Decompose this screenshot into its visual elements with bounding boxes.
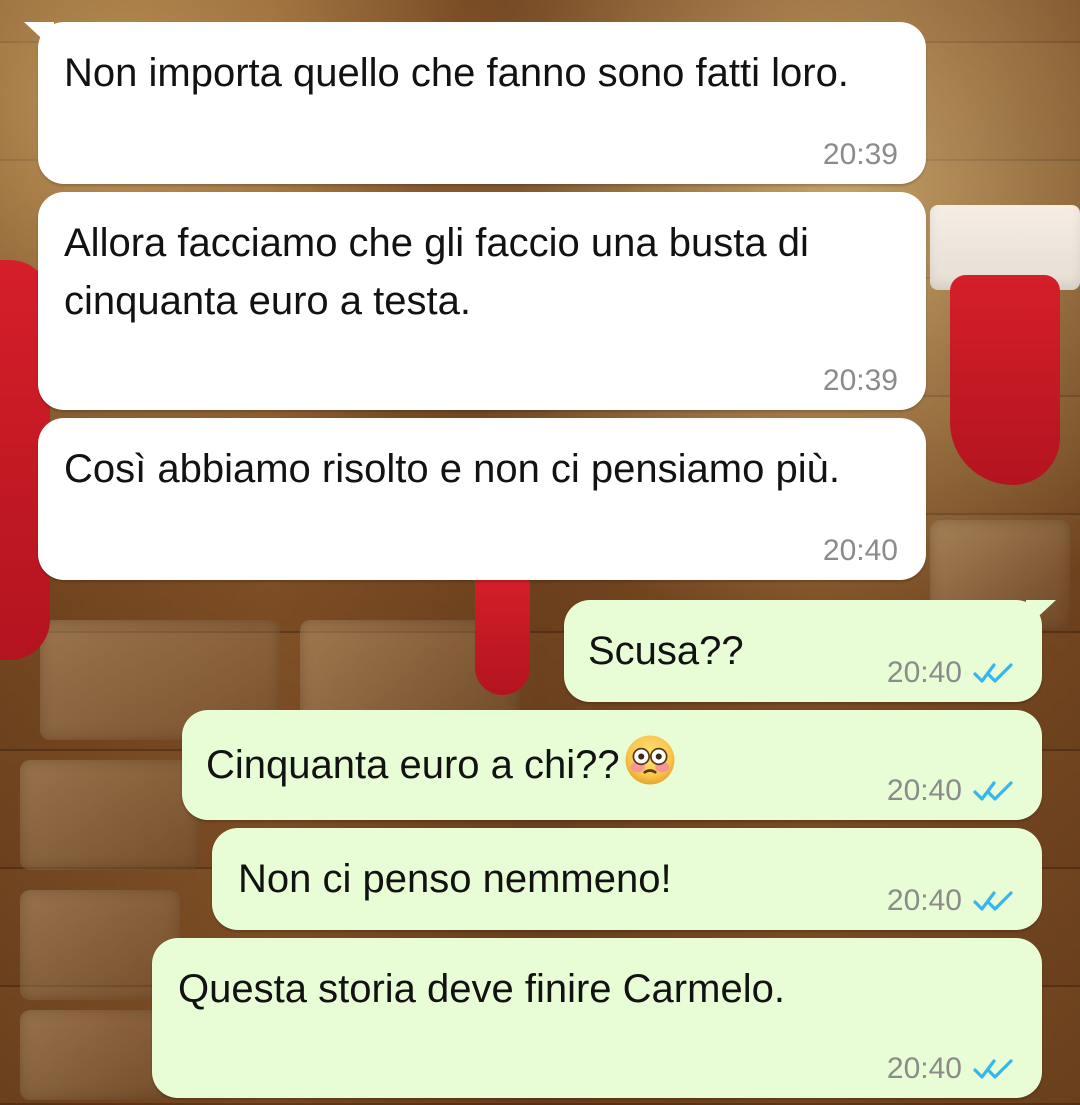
message-tail [24,22,54,50]
message-text: Allora facciamo che gli faccio una busta… [64,221,809,323]
message-meta: 20:40 [887,772,1014,810]
outgoing-message-bubble[interactable]: Cinquanta euro a chi?? 20:40 [182,710,1042,820]
read-double-check-icon [973,891,1013,911]
message-meta: 20:40 [887,882,1014,920]
outgoing-message-bubble[interactable]: Scusa?? 20:40 [564,600,1056,702]
outgoing-message-bubble[interactable]: Non ci penso nemmeno! 20:40 [212,828,1042,930]
flushed-face-emoji-icon [625,735,675,785]
message-meta: 20:39 [823,136,898,174]
read-double-check-icon [973,781,1013,801]
message-text-content: Cinquanta euro a chi?? [206,743,620,787]
message-text: Questa storia deve finire Carmelo. [178,967,785,1011]
outgoing-message-bubble[interactable]: Questa storia deve finire Carmelo. 20:40 [152,938,1042,1098]
message-meta: 20:39 [823,362,898,400]
message-time: 20:39 [822,364,898,397]
read-double-check-icon [973,1059,1013,1079]
incoming-message-bubble[interactable]: Non importa quello che fanno sono fatti … [24,22,926,184]
message-time: 20:40 [886,1052,962,1085]
incoming-message-bubble[interactable]: Allora facciamo che gli faccio una busta… [38,192,926,410]
chat-thread: Non importa quello che fanno sono fatti … [0,0,1080,1105]
message-meta: 20:40 [887,1050,1014,1088]
message-meta: 20:40 [887,654,1014,692]
read-double-check-icon [973,663,1013,683]
message-time: 20:40 [886,884,962,917]
message-text: Così abbiamo risolto e non ci pensiamo p… [64,447,840,491]
message-time: 20:40 [886,774,962,807]
message-text: Non importa quello che fanno sono fatti … [64,51,849,95]
message-meta: 20:40 [823,532,898,570]
message-time: 20:40 [886,656,962,689]
message-time: 20:39 [822,138,898,171]
message-tail [1026,600,1056,628]
incoming-message-bubble[interactable]: Così abbiamo risolto e non ci pensiamo p… [38,418,926,580]
message-time: 20:40 [822,534,898,567]
